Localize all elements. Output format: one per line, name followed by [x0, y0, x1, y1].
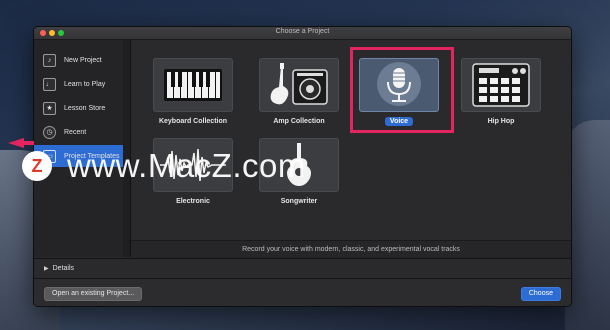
- watermark-text: www.MacZ.com: [67, 147, 306, 184]
- template-label: Electronic: [176, 198, 210, 205]
- template-description: Record your voice with modern, classic, …: [131, 240, 571, 258]
- sidebar-item-label: Lesson Store: [64, 104, 106, 112]
- sidebar-item-recent[interactable]: ◷ Recent: [34, 121, 123, 143]
- details-disclosure[interactable]: ▶ Details: [34, 258, 571, 278]
- template-label: Amp Collection: [273, 118, 325, 125]
- title-bar: Choose a Project: [34, 27, 571, 40]
- learn-to-play-icon: ♩: [43, 77, 56, 91]
- template-keyboard-collection[interactable]: Keyboard Collection: [152, 58, 234, 125]
- template-amp-collection[interactable]: Amp Collection: [258, 58, 340, 125]
- disclosure-triangle-icon: ▶: [44, 266, 49, 272]
- template-label: Keyboard Collection: [158, 118, 228, 125]
- keyboard-icon: [153, 58, 233, 112]
- sidebar-item-learn-to-play[interactable]: ♩ Learn to Play: [34, 73, 123, 95]
- template-hip-hop[interactable]: Hip Hop: [460, 58, 542, 125]
- sidebar-item-lesson-store[interactable]: ★ Lesson Store: [34, 97, 123, 119]
- template-label: Songwriter: [280, 198, 318, 205]
- recent-icon: ◷: [43, 125, 56, 139]
- template-voice[interactable]: Voice: [358, 58, 440, 126]
- sidebar-item-new-project[interactable]: ♪ New Project: [34, 49, 123, 71]
- template-label: Hip Hop: [487, 118, 515, 125]
- template-label: Voice: [358, 117, 440, 126]
- lesson-store-icon: ★: [43, 101, 56, 115]
- open-existing-project-button[interactable]: Open an existing Project...: [44, 287, 143, 301]
- template-grid: Keyboard Collection Amp Collection Voice…: [131, 40, 571, 240]
- sidebar-item-label: New Project: [64, 56, 102, 64]
- sidebar-item-label: Recent: [64, 128, 87, 136]
- footer-bar: Open an existing Project... Choose: [34, 278, 571, 306]
- microphone-icon: [359, 58, 439, 112]
- sidebar-item-label: Learn to Play: [64, 80, 106, 88]
- drum-machine-icon: [461, 58, 541, 112]
- guitar-amp-icon: [259, 58, 339, 112]
- window-title: Choose a Project: [275, 28, 330, 35]
- new-project-icon: ♪: [43, 53, 56, 67]
- watermark-logo-icon: Z: [22, 151, 52, 181]
- details-label: Details: [52, 265, 75, 272]
- choose-button[interactable]: Choose: [520, 287, 561, 301]
- watermark: Z www.MacZ.com: [22, 147, 362, 187]
